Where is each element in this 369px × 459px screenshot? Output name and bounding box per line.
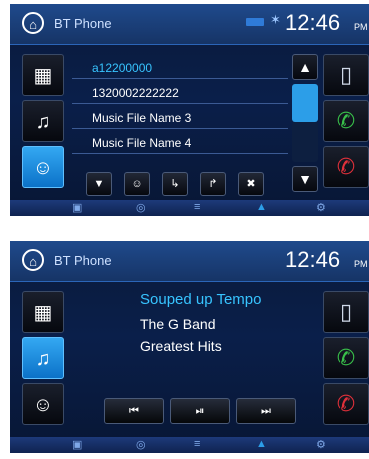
phone-device-icon: ▯ — [339, 299, 353, 324]
missed-call-icon: ✖ — [246, 178, 256, 190]
contact-icon: ☺ — [32, 394, 54, 416]
play-pause-icon: ⏯ — [195, 405, 205, 417]
apps-button[interactable]: ▦ — [22, 54, 64, 96]
bluetooth-icon: ✶ — [270, 12, 281, 27]
settings-icon[interactable]: ⚙ — [316, 201, 326, 214]
music-button[interactable]: ♫ — [22, 337, 64, 379]
navigation-icon[interactable]: ▲ — [256, 438, 267, 450]
bottom-dock: ▣ ◎ ≡ ▲ ⚙ — [10, 200, 369, 216]
voice-icon[interactable]: ◎ — [136, 438, 146, 451]
bt-music-screen: ⌂ BT Phone 12:46 PM ▦ ♫ ☺ Souped up Temp… — [10, 241, 369, 453]
apps-icon: ▦ — [33, 65, 53, 87]
home-icon[interactable]: ⌂ — [22, 12, 44, 34]
music-button[interactable]: ♫ — [22, 100, 64, 142]
equalizer-icon[interactable]: ≡ — [194, 201, 200, 213]
skip-back-icon: ⏮ — [129, 405, 139, 417]
incoming-calls-button[interactable]: ↳ — [162, 172, 188, 196]
screen-icon[interactable]: ▣ — [72, 201, 82, 214]
clock-ampm: PM — [354, 259, 368, 269]
battery-icon — [246, 18, 264, 26]
artist-name: The G Band — [140, 316, 216, 332]
play-pause-button[interactable]: ⏯ — [170, 398, 230, 424]
apps-icon: ▦ — [33, 302, 53, 324]
clock-time: 12:46 — [285, 247, 341, 272]
header-bar: ⌂ BT Phone 12:46 PM — [10, 241, 369, 282]
call-icon: ✆ — [336, 108, 356, 133]
phone-device-button[interactable]: ▯ — [323, 291, 369, 333]
contacts-button[interactable]: ☺ — [22, 383, 64, 425]
previous-track-button[interactable]: ⏮ — [104, 398, 164, 424]
arrow-down-icon: ▼ — [93, 178, 105, 190]
call-button[interactable]: ✆ — [323, 100, 369, 142]
contact-icon: ☺ — [32, 157, 54, 179]
screen-icon[interactable]: ▣ — [72, 438, 82, 451]
contacts-button[interactable]: ☺ — [22, 146, 64, 188]
hangup-button[interactable]: ✆ — [323, 146, 369, 188]
list-item[interactable]: Music File Name 3 — [72, 108, 288, 129]
scroll-up-button[interactable]: ▲ — [292, 54, 318, 80]
clock-ampm: PM — [354, 22, 368, 32]
music-icon: ♫ — [35, 348, 51, 370]
list-item[interactable]: Music File Name 4 — [72, 133, 288, 154]
contact-icon: ☺ — [131, 178, 143, 190]
contact-list: a12200000 1320002222222 Music File Name … — [72, 58, 288, 158]
incoming-call-icon: ↳ — [170, 178, 180, 190]
call-button[interactable]: ✆ — [323, 337, 369, 379]
clock-time: 12:46 — [285, 10, 341, 35]
outgoing-calls-button[interactable]: ↱ — [200, 172, 226, 196]
scrollbar-thumb[interactable] — [292, 84, 318, 122]
scrollbar-track[interactable] — [292, 122, 318, 162]
list-item[interactable]: a12200000 — [72, 58, 288, 79]
hangup-button[interactable]: ✆ — [323, 383, 369, 425]
album-name: Greatest Hits — [140, 338, 222, 354]
header-bar: ⌂ BT Phone ✶ 12:46 PM — [10, 4, 369, 45]
bt-phone-screen: ⌂ BT Phone ✶ 12:46 PM ▦ ♫ ☺ a12200000 13… — [10, 4, 369, 216]
voice-icon[interactable]: ◎ — [136, 201, 146, 214]
list-item[interactable]: 1320002222222 — [72, 83, 288, 104]
song-title: Souped up Tempo — [140, 291, 262, 308]
arrow-down-icon: ▼ — [298, 171, 312, 187]
dropdown-button[interactable]: ▼ — [86, 172, 112, 196]
scroll-down-button[interactable]: ▼ — [292, 166, 318, 192]
navigation-icon[interactable]: ▲ — [256, 201, 267, 213]
equalizer-icon[interactable]: ≡ — [194, 438, 200, 450]
phone-device-icon: ▯ — [339, 62, 353, 87]
call-icon: ✆ — [336, 345, 356, 370]
outgoing-call-icon: ↱ — [208, 178, 218, 190]
page-title: BT Phone — [54, 16, 112, 31]
missed-calls-button[interactable]: ✖ — [238, 172, 264, 196]
skip-forward-icon: ⏭ — [261, 405, 271, 417]
hangup-icon: ✆ — [336, 391, 356, 416]
contacts-filter-button[interactable]: ☺ — [124, 172, 150, 196]
phone-device-button[interactable]: ▯ — [323, 54, 369, 96]
bottom-dock: ▣ ◎ ≡ ▲ ⚙ — [10, 437, 369, 453]
hangup-icon: ✆ — [336, 154, 356, 179]
page-title: BT Phone — [54, 253, 112, 268]
settings-icon[interactable]: ⚙ — [316, 438, 326, 451]
arrow-up-icon: ▲ — [298, 59, 312, 75]
home-icon[interactable]: ⌂ — [22, 249, 44, 271]
next-track-button[interactable]: ⏭ — [236, 398, 296, 424]
apps-button[interactable]: ▦ — [22, 291, 64, 333]
music-icon: ♫ — [35, 111, 51, 133]
